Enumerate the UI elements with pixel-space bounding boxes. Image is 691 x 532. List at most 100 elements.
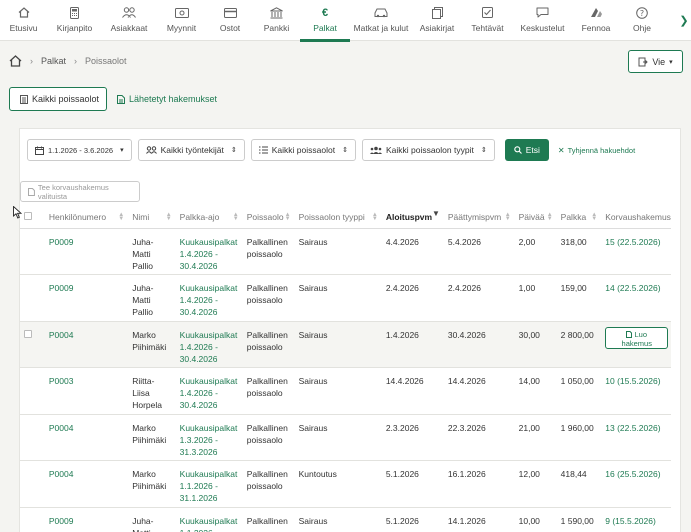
- payroll-run-link[interactable]: Kuukausipalkat 1.3.2026 - 31.3.2026: [175, 414, 243, 462]
- compensation-claim-link[interactable]: 16 (25.5.2026): [601, 460, 671, 509]
- clear-filters-link[interactable]: ✕ Tyhjennä hakuehdot: [558, 146, 635, 155]
- checkbox-icon: [480, 6, 496, 19]
- row-select-cell: [20, 367, 45, 415]
- header-aloituspvm[interactable]: Aloituspvm ▼: [381, 207, 444, 229]
- absence-types-select[interactable]: Kaikki poissaolon tyypit ⇕: [361, 139, 495, 161]
- home-icon[interactable]: [9, 55, 22, 67]
- start-date: 14.4.2026: [381, 367, 444, 415]
- absence-type: Kuntoutus: [294, 460, 382, 509]
- payroll-run-link[interactable]: Kuukausipalkat 1.4.2026 - 30.4.2026: [175, 228, 243, 276]
- row-select-cell: [20, 228, 45, 276]
- breadcrumb: › Palkat › Poissaolot: [9, 55, 127, 67]
- sort-icon: ▲ ▼: [284, 212, 291, 222]
- bank-icon: [269, 6, 285, 19]
- employees-select[interactable]: Kaikki työntekijät ⇕: [137, 139, 245, 161]
- nav-item-ohje[interactable]: ? Ohje: [620, 0, 664, 41]
- days: 1,00: [514, 274, 557, 322]
- nav-item-keskustelut[interactable]: Keskustelut: [513, 0, 572, 41]
- tab-all-absences[interactable]: Kaikki poissaolot: [9, 87, 107, 111]
- nav-item-pankki[interactable]: Pankki: [253, 0, 300, 41]
- nav-item-label: Ostot: [219, 23, 241, 33]
- compensation-claim-link[interactable]: 14 (22.5.2026): [601, 274, 671, 322]
- table-row[interactable]: P0009 Juha- Matti Pallio Kuukausipalkat 1.4…: [20, 228, 671, 276]
- employee-id-link[interactable]: P0004: [44, 460, 129, 509]
- salary: 1 050,00: [556, 367, 602, 415]
- sort-icon: ⇕: [342, 147, 348, 154]
- sort-icon: ▲ ▼: [371, 212, 378, 222]
- table-row[interactable]: P0009Juha- MattiKuukausipalkat1.1.2026 -…: [20, 507, 671, 532]
- tab-sent-applications[interactable]: Lähetetyt hakemukset: [117, 87, 217, 111]
- end-date: 22.3.2026: [443, 414, 515, 462]
- nav-item-tehtävät[interactable]: Tehtävät: [462, 0, 513, 41]
- salary: 1 590,00: [556, 507, 602, 532]
- table-row[interactable]: P0004 Marko Piihimäki Kuukausipalkat 1.1.20…: [20, 460, 671, 509]
- employee-id-link[interactable]: P0004: [44, 414, 129, 462]
- nav-item-asiakirjat[interactable]: Asiakirjat: [412, 0, 462, 41]
- payroll-run-link[interactable]: Kuukausipalkat 1.4.2026 - 30.4.2026: [175, 274, 243, 322]
- fennoa-logo-icon: [588, 6, 604, 19]
- payroll-run-link[interactable]: Kuukausipalkat1.1.2026 -: [175, 507, 243, 532]
- employee-id-link[interactable]: P0004: [44, 321, 129, 369]
- compensation-claim-link[interactable]: 10 (15.5.2026): [601, 367, 671, 415]
- header-paivaa[interactable]: Päivää ▲ ▼: [514, 207, 557, 229]
- help-icon: ?: [634, 6, 650, 19]
- nav-item-kirjanpito[interactable]: Kirjanpito: [47, 0, 102, 41]
- employee-id-link[interactable]: P0009: [44, 507, 129, 532]
- create-application-button[interactable]: Luo hakemus: [605, 326, 669, 349]
- employee-id-link[interactable]: P0003: [44, 367, 129, 415]
- header-palkka[interactable]: Palkka ▲ ▼: [556, 207, 602, 229]
- salary: 159,00: [556, 274, 602, 322]
- absence-types-value: Kaikki poissaolon tyypit: [385, 145, 474, 155]
- nav-item-palkat[interactable]: € Palkat: [300, 0, 350, 42]
- nav-item-matkat-ja-kulut[interactable]: Matkat ja kulut: [350, 0, 412, 41]
- nav-item-label: Myynnit: [166, 23, 197, 33]
- search-button[interactable]: Etsi: [504, 139, 549, 161]
- compensation-claim-link[interactable]: 15 (22.5.2026): [601, 228, 671, 276]
- absence-type: Sairaus: [294, 414, 382, 462]
- header-henkilonumero[interactable]: Henkilönumero ▲ ▼: [44, 207, 129, 229]
- absences-select[interactable]: Kaikki poissaolot ⇕: [250, 139, 356, 161]
- absences-panel: 1.1.2026 - 3.6.2026 ▾ Kaikki työntekijät…: [19, 128, 681, 532]
- nav-item-fennoa[interactable]: Fennoa: [572, 0, 620, 41]
- payroll-run-link[interactable]: Kuukausipalkat 1.4.2026 - 30.4.2026: [175, 367, 243, 415]
- row-checkbox[interactable]: [24, 329, 32, 338]
- nav-item-ostot[interactable]: Ostot: [207, 0, 253, 41]
- nav-scroll-right-icon[interactable]: ❯: [677, 0, 691, 41]
- table-row[interactable]: P0003 Riitta- Liisa Horpela Kuukausipalkat…: [20, 367, 671, 415]
- payroll-run-link[interactable]: Kuukausipalkat 1.1.2026 - 31.1.2026: [175, 460, 243, 509]
- select-all-header: [20, 207, 45, 229]
- nav-item-etusivu[interactable]: Etusivu: [0, 0, 47, 41]
- header-nimi[interactable]: Nimi ▲ ▼: [128, 207, 176, 229]
- payroll-run-link[interactable]: Kuukausipalkat 1.4.2026 - 30.4.2026: [175, 321, 243, 369]
- export-button[interactable]: Vie ▾: [628, 50, 683, 73]
- table-row[interactable]: P0009 Juha- Matti Pallio Kuukausipalkat 1.4…: [20, 274, 671, 322]
- compensation-claim-link[interactable]: 9 (15.5.2026): [601, 507, 671, 532]
- compensation-claim-link[interactable]: 13 (22.5.2026): [601, 414, 671, 462]
- header-poissaolo[interactable]: Poissaolo ▲ ▼: [242, 207, 295, 229]
- date-range-select[interactable]: 1.1.2026 - 3.6.2026 ▾: [27, 139, 132, 161]
- end-date: 5.4.2026: [443, 228, 515, 276]
- payroll-run-name: Kuukausipalkat: [179, 376, 238, 387]
- row-select-cell: [20, 414, 45, 462]
- header-poissaolon-tyyppi[interactable]: Poissaolon tyyppi ▲ ▼: [294, 207, 382, 229]
- filter-bar: 1.1.2026 - 3.6.2026 ▾ Kaikki työntekijät…: [27, 139, 635, 161]
- search-icon: [513, 146, 522, 154]
- employee-id-link[interactable]: P0009: [44, 228, 129, 276]
- breadcrumb-palkat[interactable]: Palkat: [41, 56, 66, 66]
- documents-icon: [429, 6, 445, 19]
- table-row[interactable]: P0004 Marko Piihimäki Kuukausipalkat 1.4.20…: [20, 321, 671, 369]
- header-korvaushakemus[interactable]: Korvaushakemus: [601, 207, 671, 229]
- header-paattymispvm[interactable]: Päättymispvm ▲ ▼: [443, 207, 515, 229]
- nav-item-label: Palkat: [313, 23, 337, 33]
- create-compensation-button[interactable]: Tee korvaushakemus valituista: [20, 181, 140, 202]
- select-all-checkbox[interactable]: [24, 212, 32, 221]
- employee-name: Juha- Matti: [128, 507, 176, 532]
- absence-kind: Palkallinen poissaolo: [242, 367, 295, 415]
- table-row[interactable]: P0004 Marko Piihimäki Kuukausipalkat 1.3.20…: [20, 414, 671, 462]
- nav-item-myynnit[interactable]: Myynnit: [156, 0, 207, 41]
- start-date: 5.1.2026: [381, 460, 444, 509]
- employee-id-link[interactable]: P0009: [44, 274, 129, 322]
- nav-item-asiakkaat[interactable]: Asiakkaat: [102, 0, 156, 41]
- list-icon: [20, 94, 28, 104]
- header-palkka-ajo[interactable]: Palkka-ajo ▲ ▼: [175, 207, 243, 229]
